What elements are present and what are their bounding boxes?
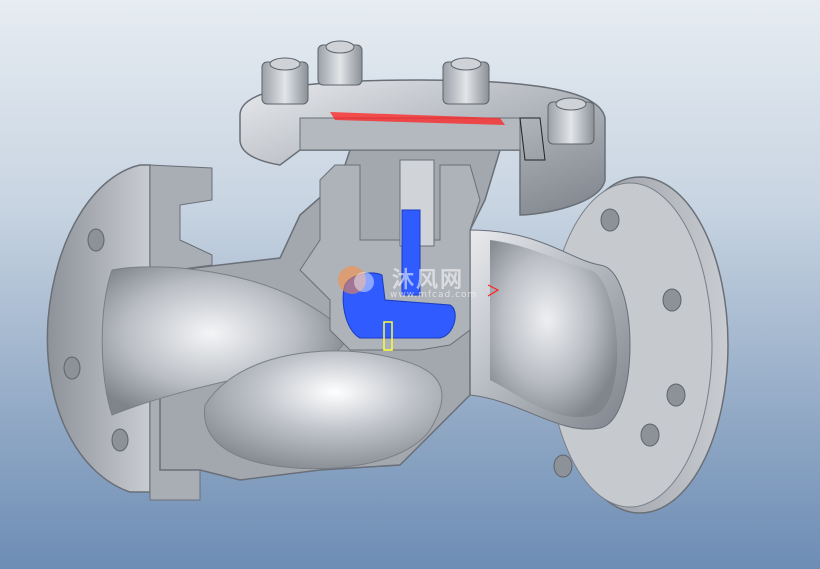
logo-icon [338,266,374,294]
nut [261,57,309,105]
watermark-url: www.mfcad.com [390,290,478,300]
nut [317,40,363,86]
viewport: 沐风网 www.mfcad.com [0,0,820,569]
nut [442,57,490,105]
nut [547,97,595,145]
